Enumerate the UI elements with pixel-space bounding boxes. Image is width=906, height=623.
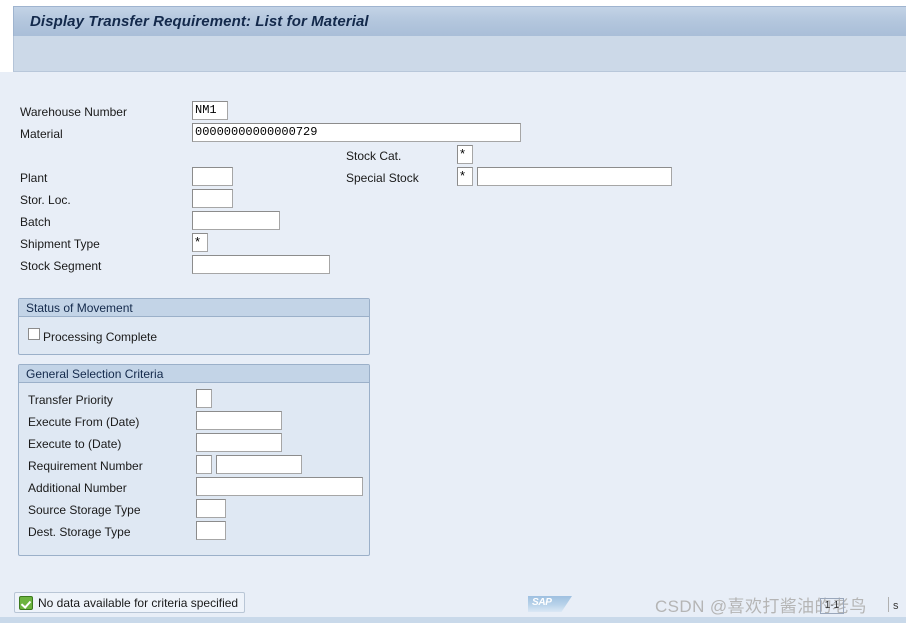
- watermark-divider: [888, 597, 889, 612]
- status-of-movement-group: Status of Movement Processing Complete: [18, 298, 370, 355]
- shipment-type-input[interactable]: *: [192, 233, 208, 252]
- batch-input[interactable]: [192, 211, 280, 230]
- page-title: Display Transfer Requirement: List for M…: [30, 13, 369, 30]
- sap-logo-text: SAP: [532, 597, 552, 608]
- status-of-movement-title: Status of Movement: [19, 299, 369, 317]
- execute-to-date-label: Execute to (Date): [28, 437, 122, 451]
- material-input[interactable]: 00000000000000729: [192, 123, 521, 142]
- storage-location-label: Stor. Loc.: [20, 193, 71, 207]
- watermark-overlay-box: 1-1: [820, 598, 844, 614]
- warehouse-number-label: Warehouse Number: [20, 105, 127, 119]
- stock-category-input[interactable]: *: [457, 145, 473, 164]
- requirement-number-input[interactable]: [216, 455, 302, 474]
- window-titlebar: Display Transfer Requirement: List for M…: [13, 6, 906, 36]
- execute-from-date-label: Execute From (Date): [28, 415, 140, 429]
- special-stock-input[interactable]: *: [457, 167, 473, 186]
- sap-gui-window: Display Transfer Requirement: List for M…: [0, 0, 906, 623]
- plant-input[interactable]: [192, 167, 233, 186]
- source-storage-type-input[interactable]: [196, 499, 226, 518]
- requirement-number-label: Requirement Number: [28, 459, 143, 473]
- status-message: No data available for criteria specified: [38, 595, 239, 610]
- success-check-icon: [19, 595, 33, 610]
- plant-label: Plant: [20, 171, 48, 185]
- selection-screen-canvas: Warehouse Number NM1 Material 0000000000…: [0, 72, 906, 586]
- shipment-type-label: Shipment Type: [20, 237, 100, 251]
- requirement-number-type-input[interactable]: [196, 455, 212, 474]
- status-message-container: No data available for criteria specified: [14, 592, 246, 613]
- batch-label: Batch: [20, 215, 51, 229]
- material-label: Material: [20, 127, 63, 141]
- processing-complete-checkbox[interactable]: [28, 328, 40, 340]
- warehouse-number-input[interactable]: NM1: [192, 101, 228, 120]
- processing-complete-label: Processing Complete: [43, 330, 158, 344]
- source-storage-type-label: Source Storage Type: [28, 503, 141, 517]
- transfer-priority-label: Transfer Priority: [28, 393, 113, 407]
- execute-from-date-input[interactable]: [196, 411, 282, 430]
- general-selection-criteria-title: General Selection Criteria: [19, 365, 369, 383]
- additional-number-label: Additional Number: [28, 481, 127, 495]
- application-toolbar: [13, 36, 906, 72]
- general-selection-criteria-group: General Selection Criteria Transfer Prio…: [18, 364, 370, 556]
- dest-storage-type-label: Dest. Storage Type: [28, 525, 131, 539]
- storage-location-input[interactable]: [192, 189, 233, 208]
- watermark-tail-text: s: [893, 600, 899, 612]
- special-stock-value-input[interactable]: [477, 167, 672, 186]
- transfer-priority-input[interactable]: [196, 389, 212, 408]
- stock-segment-input[interactable]: [192, 255, 330, 274]
- special-stock-label: Special Stock: [346, 171, 419, 185]
- additional-number-input[interactable]: [196, 477, 363, 496]
- status-bar-band: [0, 617, 906, 623]
- execute-to-date-input[interactable]: [196, 433, 282, 452]
- stock-category-label: Stock Cat.: [346, 149, 402, 163]
- stock-segment-label: Stock Segment: [20, 259, 102, 273]
- dest-storage-type-input[interactable]: [196, 521, 226, 540]
